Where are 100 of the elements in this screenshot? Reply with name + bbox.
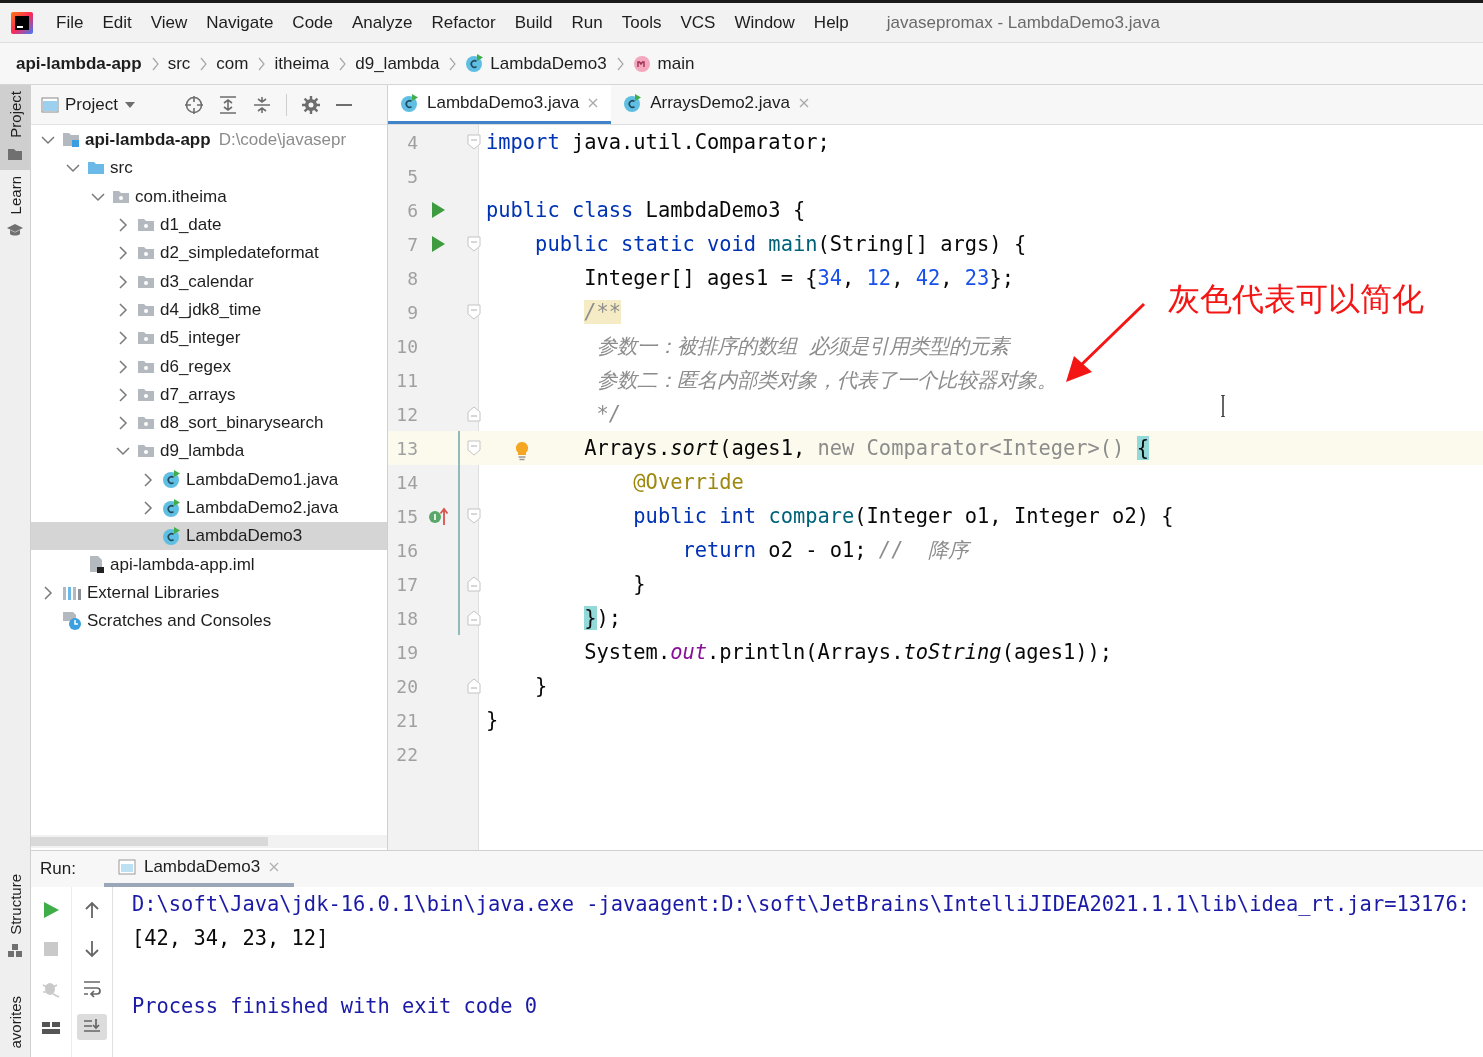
class-icon xyxy=(162,470,181,490)
class-icon xyxy=(623,93,643,113)
console-icon xyxy=(117,859,136,875)
side-tab[interactable]: Learn xyxy=(0,169,30,247)
tree-item[interactable]: api-lambda-app D:\code\javasepr xyxy=(31,126,387,155)
code-line: */ xyxy=(596,402,622,426)
fold-marker-icon[interactable] xyxy=(467,508,481,524)
run-icon[interactable] xyxy=(41,900,61,920)
menu-item[interactable]: Edit xyxy=(95,10,139,35)
line-number: 4 xyxy=(407,131,418,153)
arrow-icon xyxy=(1064,302,1148,384)
fold-marker-icon[interactable] xyxy=(467,610,481,626)
menu-item[interactable]: Analyze xyxy=(345,10,420,35)
class-icon xyxy=(162,526,181,546)
line-number: 19 xyxy=(396,641,418,663)
fold-marker-icon[interactable] xyxy=(467,576,481,592)
breadcrumb-item[interactable]: main xyxy=(657,53,695,74)
menu-item[interactable]: Run xyxy=(564,10,610,35)
menu-item[interactable]: View xyxy=(143,10,195,35)
menu-item[interactable]: Refactor xyxy=(424,10,503,35)
annotation-text: 灰色代表可以简化 xyxy=(1168,280,1424,319)
tree-item[interactable]: d3_calendar xyxy=(31,267,387,296)
line-number: 11 xyxy=(396,369,418,391)
tree-item[interactable]: LambdaDemo3 xyxy=(31,522,387,551)
fold-marker-icon[interactable] xyxy=(467,236,481,252)
tree-item[interactable]: Scratches and Consoles xyxy=(31,607,387,636)
tree-item[interactable]: d7_arrays xyxy=(31,380,387,409)
menu-item[interactable]: Build xyxy=(507,10,560,35)
class-icon xyxy=(162,498,181,518)
method-icon xyxy=(632,54,652,73)
tree-item[interactable]: api-lambda-app.iml xyxy=(31,550,387,579)
menu-item[interactable]: File xyxy=(49,10,91,35)
tree-item[interactable]: d5_integer xyxy=(31,324,387,353)
settings-icon[interactable] xyxy=(300,94,321,115)
line-number: 7 xyxy=(407,233,418,255)
tree-item[interactable]: External Libraries xyxy=(31,578,387,608)
breadcrumb-item[interactable]: com xyxy=(216,53,249,74)
line-number: 5 xyxy=(407,165,418,187)
run-tab[interactable]: LambdaDemo3 xyxy=(103,851,295,887)
implements-icon[interactable] xyxy=(427,506,449,526)
editor-tab[interactable]: LambdaDemo3.java xyxy=(388,85,612,124)
window-title: javasepromax - LambdaDemo3.java xyxy=(886,12,1160,33)
menu-item[interactable]: Window xyxy=(727,10,802,35)
tree-item[interactable]: d6_regex xyxy=(31,352,387,381)
soft-wrap-icon[interactable] xyxy=(82,978,102,998)
tree-item[interactable]: d9_lambda xyxy=(31,437,387,466)
breadcrumb-item[interactable]: LambdaDemo3 xyxy=(490,53,607,74)
fold-marker-icon[interactable] xyxy=(467,406,481,422)
tree-item[interactable]: com.itheima xyxy=(31,182,387,211)
locate-icon[interactable] xyxy=(183,94,204,115)
tree-item[interactable]: d4_jdk8_time xyxy=(31,295,387,325)
down-arrow-icon[interactable] xyxy=(82,939,102,959)
line-number: 6 xyxy=(407,199,418,221)
side-tab[interactable]: Project xyxy=(0,85,30,170)
menu-item[interactable]: Navigate xyxy=(199,10,281,35)
fold-marker-icon[interactable] xyxy=(467,134,481,150)
chevron-icon xyxy=(337,55,348,72)
code-line: }); xyxy=(584,606,622,630)
chevron-icon xyxy=(447,55,458,72)
menu-item[interactable]: Help xyxy=(806,10,856,35)
console-line: D:\soft\Java\jdk-16.0.1\bin\java.exe -javaagent:D:\soft\JetBrains\IntelliJIDEA2021.1.1\lib\idea_rt.jar=13176: xyxy=(132,891,1471,918)
file-icon xyxy=(87,555,105,575)
path-hint: D:\code\javasepr xyxy=(218,130,347,151)
collapse-all-icon[interactable] xyxy=(251,94,272,115)
side-tab[interactable]: Structure xyxy=(0,867,30,967)
code-line: public class LambdaDemo3 { xyxy=(486,198,806,222)
side-tab[interactable]: avorites xyxy=(0,990,30,1057)
breadcrumb-item[interactable]: src xyxy=(167,53,191,74)
tree-item[interactable]: LambdaDemo1.java xyxy=(31,465,387,494)
tree-item[interactable]: d1_date xyxy=(31,210,387,240)
close-icon[interactable] xyxy=(798,97,810,109)
breadcrumb-item[interactable]: api-lambda-app xyxy=(16,53,142,74)
expand-all-icon[interactable] xyxy=(217,94,238,115)
code-line: Integer[] ages1 = {34, 12, 42, 23}; xyxy=(584,266,1014,290)
line-number: 21 xyxy=(396,709,418,731)
menu-item[interactable]: Code xyxy=(285,10,340,35)
run-label: Run: xyxy=(40,859,76,879)
tree-item[interactable]: LambdaDemo2.java xyxy=(31,493,387,523)
tree-item[interactable]: d8_sort_binarysearch xyxy=(31,408,387,438)
breadcrumb-item[interactable]: itheima xyxy=(274,53,330,74)
scrollbar-thumb[interactable] xyxy=(31,837,268,846)
code-line: public static void main(String[] args) { xyxy=(535,232,1027,256)
run-icon[interactable] xyxy=(430,201,446,219)
code-line: @Override xyxy=(633,470,744,494)
breadcrumb-item[interactable]: d9_lambda xyxy=(355,53,440,74)
fold-marker-icon[interactable] xyxy=(467,678,481,694)
fold-marker-icon[interactable] xyxy=(467,304,481,320)
module-folder-icon xyxy=(62,131,80,150)
panel-title-dropdown[interactable]: Project xyxy=(41,94,136,115)
close-icon[interactable] xyxy=(587,97,600,109)
chevron-icon xyxy=(198,55,209,72)
tree-item[interactable]: d2_simpledateformat xyxy=(31,239,387,268)
menu-item[interactable]: Tools xyxy=(614,10,669,35)
code-line: } xyxy=(486,708,499,732)
tree-item[interactable]: src xyxy=(31,154,387,183)
editor-tab[interactable]: ArraysDemo2.java xyxy=(611,85,822,124)
run-icon[interactable] xyxy=(430,235,446,253)
line-number: 8 xyxy=(407,267,418,289)
menu-item[interactable]: VCS xyxy=(673,10,723,35)
fold-marker-icon[interactable] xyxy=(467,440,481,456)
